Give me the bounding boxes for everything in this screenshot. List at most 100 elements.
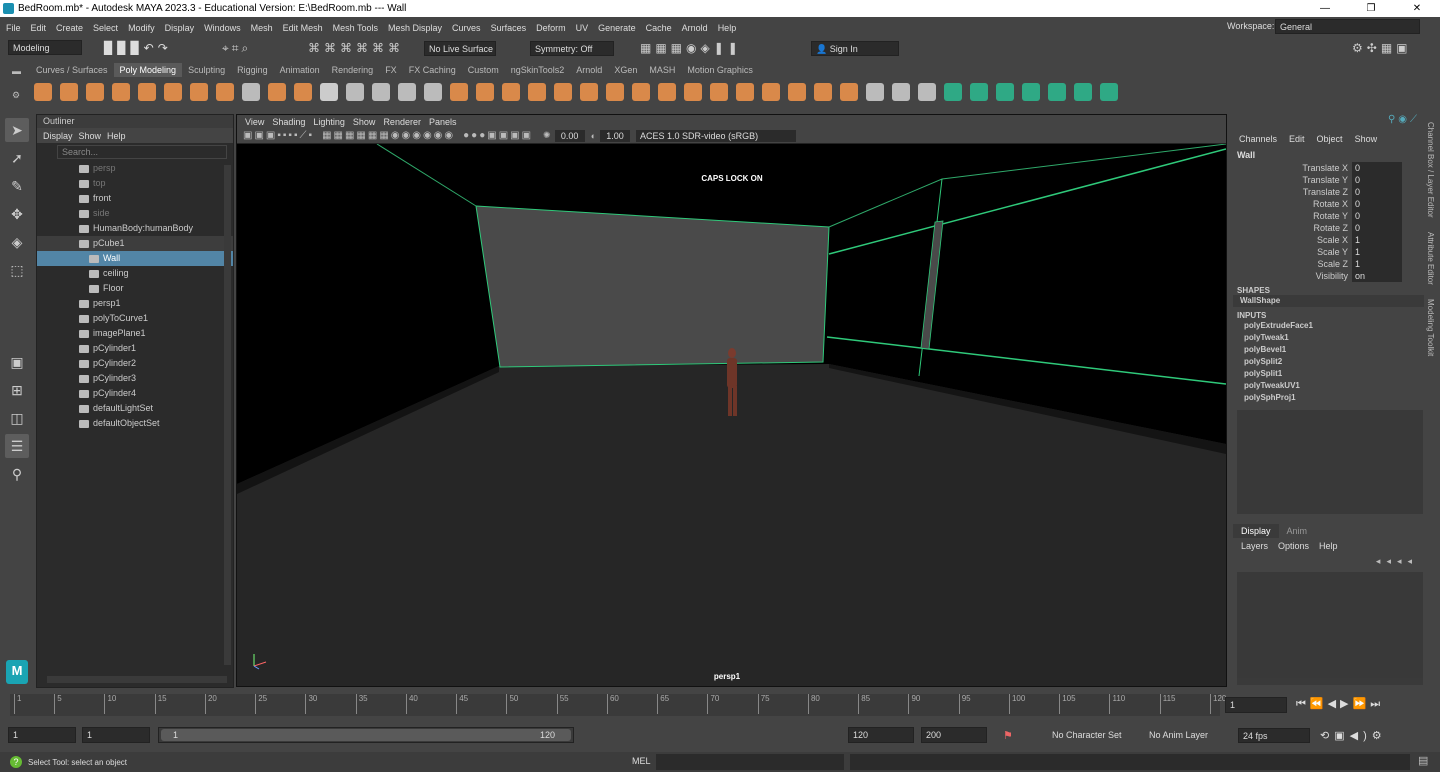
color-space-dropdown[interactable]: ACES 1.0 SDR-video (sRGB) — [636, 129, 797, 142]
input-node[interactable]: polySphProj1 — [1233, 392, 1424, 404]
menu-display[interactable]: Display — [165, 23, 195, 33]
shelf-tab-fx[interactable]: FX — [379, 63, 403, 77]
input-node[interactable]: polySplit1 — [1233, 368, 1424, 380]
outliner-scrollbar[interactable] — [224, 165, 231, 665]
lasso-tool-icon[interactable]: ➚ — [5, 146, 29, 170]
outliner-item[interactable]: defaultObjectSet — [37, 416, 233, 431]
shelf-tool-icon[interactable] — [372, 83, 390, 101]
channel-attribute-row[interactable]: Scale X 1 — [1237, 234, 1424, 246]
exposure-field[interactable]: 0.00 — [554, 129, 585, 142]
menu-help[interactable]: Help — [718, 23, 737, 33]
time-ruler[interactable]: 1 5 10 15 20 25 30 35 40 45 50 55 60 65 70 75 80 85 90 95 10… — [10, 694, 1226, 716]
snap-icons[interactable]: ⌘⌘⌘⌘⌘⌘ — [308, 41, 404, 55]
shelf-tool-icon[interactable] — [580, 83, 598, 101]
shelf-tool-icon[interactable] — [606, 83, 624, 101]
input-node[interactable]: polyTweak1 — [1233, 332, 1424, 344]
move-tool-icon[interactable]: ✥ — [5, 202, 29, 226]
menu-surfaces[interactable]: Surfaces — [491, 23, 527, 33]
gamma-field[interactable]: 1.00 — [600, 129, 631, 142]
layer-menu-help[interactable]: Help — [1319, 538, 1338, 554]
attribute-value[interactable]: 0 — [1352, 162, 1402, 174]
outliner-search-input[interactable]: Search... — [57, 145, 227, 159]
shelf-tool-icon[interactable] — [1100, 83, 1118, 101]
panel-toggle-icons[interactable]: ⚙✣▦▣ — [1352, 41, 1412, 55]
menu-modify[interactable]: Modify — [128, 23, 155, 33]
viewport-menu-view[interactable]: View — [245, 117, 264, 127]
shelf-tool-icon[interactable] — [268, 83, 286, 101]
channel-attribute-row[interactable]: Rotate Z 0 — [1237, 222, 1424, 234]
shelf-tool-icon[interactable] — [450, 83, 468, 101]
menu-arnold[interactable]: Arnold — [682, 23, 708, 33]
outliner-item[interactable]: Floor — [37, 281, 233, 296]
shelf-tool-icon[interactable] — [658, 83, 676, 101]
outliner-item[interactable]: front — [37, 191, 233, 206]
auto-key-icon[interactable]: ⚑ — [1003, 729, 1013, 742]
attribute-value[interactable]: on — [1352, 270, 1402, 282]
maximize-button[interactable]: ❐ — [1348, 0, 1394, 17]
close-button[interactable]: ✕ — [1394, 0, 1440, 17]
playback-options-icons[interactable]: ⟲▣◀)⚙ — [1320, 729, 1387, 742]
layer-buttons-icons[interactable]: ◂◂◂◂ — [1376, 556, 1418, 567]
script-editor-icon[interactable]: ▤ — [1418, 754, 1428, 767]
shelf-tab-fx-caching[interactable]: FX Caching — [403, 63, 462, 77]
shelf-tool-icon[interactable] — [892, 83, 910, 101]
camera-tools-icons[interactable]: ▣▣▣▪▪▪▪⟋▪ — [243, 130, 314, 141]
channel-menu-edit[interactable]: Edit — [1289, 134, 1305, 144]
attribute-value[interactable]: 0 — [1352, 222, 1402, 234]
outliner-item[interactable]: pCylinder1 — [37, 341, 233, 356]
menu-create[interactable]: Create — [56, 23, 83, 33]
maya-home-icon[interactable]: M — [6, 660, 28, 684]
shelf-tab-xgen[interactable]: XGen — [608, 63, 643, 77]
mel-command-input[interactable] — [656, 754, 844, 770]
playback-end-field[interactable]: 120 — [848, 727, 914, 743]
channel-menu-object[interactable]: Object — [1317, 134, 1343, 144]
shelf-tool-icon[interactable] — [1022, 83, 1040, 101]
menu-cache[interactable]: Cache — [646, 23, 672, 33]
shelf-tab-ngskintools2[interactable]: ngSkinTools2 — [505, 63, 571, 77]
shelf-tool-icon[interactable] — [242, 83, 260, 101]
shelf-tool-icon[interactable] — [1048, 83, 1066, 101]
channel-attribute-row[interactable]: Visibility on — [1237, 270, 1424, 282]
channel-attribute-row[interactable]: Rotate Y 0 — [1237, 210, 1424, 222]
outliner-item[interactable]: Wall — [37, 251, 233, 266]
outliner-menu-display[interactable]: Display — [43, 131, 73, 141]
shelf-tool-icon[interactable] — [970, 83, 988, 101]
range-bar[interactable]: 1 120 — [158, 727, 574, 743]
shelf-tool-icon[interactable] — [320, 83, 338, 101]
workspace-dropdown[interactable]: General — [1275, 19, 1420, 34]
outliner-item[interactable]: defaultLightSet — [37, 401, 233, 416]
rotate-tool-icon[interactable]: ◈ — [5, 230, 29, 254]
shelf-tab-mash[interactable]: MASH — [643, 63, 681, 77]
playback-controls-icons[interactable]: ⏮⏪◀▶⏩⏭ — [1296, 697, 1384, 711]
shelf-tool-icon[interactable] — [528, 83, 546, 101]
attribute-value[interactable]: 0 — [1352, 186, 1402, 198]
outliner-menu-show[interactable]: Show — [79, 131, 102, 141]
viewport-menu-panels[interactable]: Panels — [429, 117, 457, 127]
tab-attribute-editor[interactable]: Attribute Editor — [1426, 232, 1435, 285]
menu-mesh-tools[interactable]: Mesh Tools — [333, 23, 378, 33]
current-frame-field[interactable]: 1 — [1225, 697, 1287, 713]
single-perspective-icon[interactable]: ▣ — [5, 350, 29, 374]
outliner-menu-help[interactable]: Help — [107, 131, 126, 141]
menu-file[interactable]: File — [6, 23, 21, 33]
input-node[interactable]: polyExtrudeFace1 — [1233, 320, 1424, 332]
viewport-menu-lighting[interactable]: Lighting — [313, 117, 345, 127]
viewport-menu-show[interactable]: Show — [353, 117, 376, 127]
menu-mesh-display[interactable]: Mesh Display — [388, 23, 442, 33]
attribute-value[interactable]: 0 — [1352, 210, 1402, 222]
menu-generate[interactable]: Generate — [598, 23, 636, 33]
shelf-tool-icon[interactable] — [190, 83, 208, 101]
outliner-item[interactable]: imagePlane1 — [37, 326, 233, 341]
viewport-menu-shading[interactable]: Shading — [272, 117, 305, 127]
outliner-item[interactable]: HumanBody:humanBody — [37, 221, 233, 236]
shelf-tool-icon[interactable] — [996, 83, 1014, 101]
shelf-tab-poly-modeling[interactable]: Poly Modeling — [113, 63, 183, 77]
channel-attribute-row[interactable]: Translate X 0 — [1237, 162, 1424, 174]
menu-curves[interactable]: Curves — [452, 23, 481, 33]
playback-start-field[interactable]: 1 — [82, 727, 150, 743]
shelf-tool-icon[interactable] — [34, 83, 52, 101]
menu-edit[interactable]: Edit — [31, 23, 47, 33]
shelf-tool-icon[interactable] — [944, 83, 962, 101]
shelf-tool-icon[interactable] — [1074, 83, 1092, 101]
outliner-item[interactable]: pCylinder3 — [37, 371, 233, 386]
